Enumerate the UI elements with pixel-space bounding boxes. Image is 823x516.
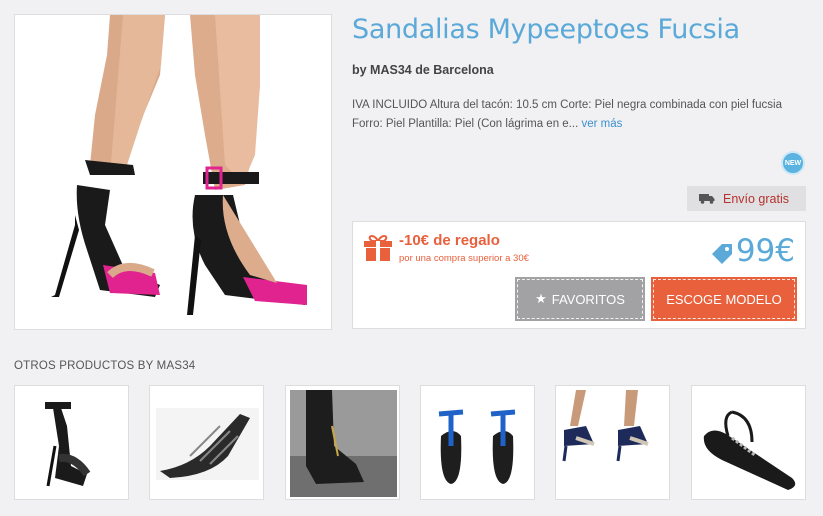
- related-products-title: OTROS PRODUCTOS BY MAS34: [14, 360, 196, 372]
- choose-model-label: ESCOGE MODELO: [666, 291, 782, 307]
- price: 99€: [735, 233, 795, 269]
- choose-model-button[interactable]: ESCOGE MODELO: [653, 279, 795, 319]
- related-product-2[interactable]: [149, 385, 264, 500]
- price-tag-icon: [712, 244, 732, 264]
- gift-subtitle: por una compra superior a 30€: [399, 253, 529, 264]
- more-link[interactable]: ver más: [581, 118, 622, 130]
- purchase-box: -10€ de regalo por una compra superior a…: [352, 221, 806, 329]
- related-product-5[interactable]: [555, 385, 670, 500]
- related-product-1[interactable]: [14, 385, 129, 500]
- gift-title: -10€ de regalo: [399, 232, 500, 249]
- truck-icon: [699, 194, 715, 204]
- shipping-badge: Envío gratis: [687, 186, 806, 211]
- related-product-4[interactable]: [420, 385, 535, 500]
- product-title: Sandalias Mypeeptoes Fucsia: [352, 14, 740, 45]
- related-product-3[interactable]: [285, 385, 400, 500]
- shipping-label: Envío gratis: [723, 191, 790, 206]
- star-icon: ★: [535, 291, 547, 306]
- favorites-button[interactable]: ★ FAVORITOS: [517, 279, 643, 319]
- brand-line[interactable]: by MAS34 de Barcelona: [352, 63, 494, 77]
- gift-icon: [364, 234, 392, 261]
- description-text: IVA INCLUIDO Altura del tacón: 10.5 cm C…: [352, 99, 782, 130]
- favorites-label: FAVORITOS: [551, 291, 625, 307]
- related-product-6[interactable]: [691, 385, 806, 500]
- main-product-image[interactable]: [14, 14, 332, 330]
- new-badge: NEW: [781, 151, 805, 175]
- product-description: IVA INCLUIDO Altura del tacón: 10.5 cm C…: [352, 96, 792, 134]
